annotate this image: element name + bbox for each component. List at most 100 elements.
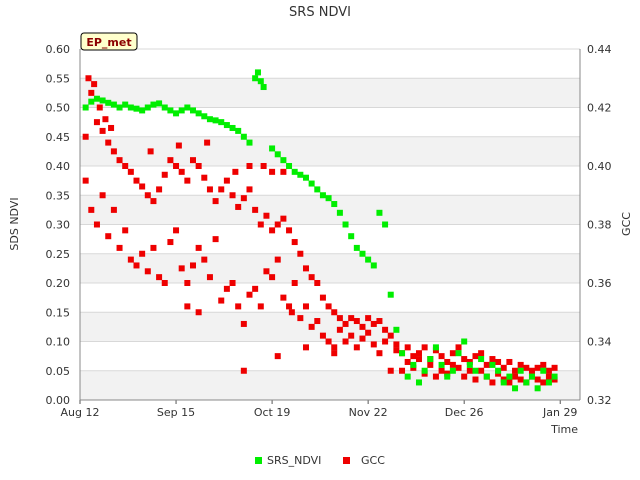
srs-ndvi-point xyxy=(110,101,117,108)
gcc-point xyxy=(472,353,479,360)
gcc-point xyxy=(517,376,524,383)
srs-ndvi-point xyxy=(472,367,479,374)
gcc-point xyxy=(331,350,338,357)
gcc-point xyxy=(218,186,225,193)
srs-ndvi-point xyxy=(438,361,445,368)
gcc-point xyxy=(359,323,366,330)
gcc-point xyxy=(455,344,462,351)
gcc-point xyxy=(235,203,242,210)
srs-ndvi-point xyxy=(150,101,157,108)
gcc-point xyxy=(370,341,377,348)
gcc-point xyxy=(223,177,230,184)
gcc-point xyxy=(116,244,123,251)
srs-ndvi-point xyxy=(353,244,360,251)
srs-ndvi-point xyxy=(201,113,208,120)
gcc-point xyxy=(336,315,343,322)
gcc-point xyxy=(319,294,326,301)
gcc-point xyxy=(127,168,134,175)
gcc-point xyxy=(308,323,315,330)
gcc-point xyxy=(545,367,552,374)
srs-ndvi-point xyxy=(410,361,417,368)
gcc-point xyxy=(88,206,95,213)
gcc-point xyxy=(528,367,535,374)
y-tick-label-right: 0.36 xyxy=(587,277,612,290)
srs-ndvi-point xyxy=(105,99,112,106)
srs-ndvi-point xyxy=(517,367,524,374)
y-tick-label-right: 0.42 xyxy=(587,102,612,115)
gcc-point xyxy=(184,303,191,310)
srs-ndvi-point xyxy=(495,367,502,374)
srs-ndvi-point xyxy=(415,379,422,386)
gcc-point xyxy=(348,332,355,339)
srs-ndvi-point xyxy=(551,373,558,380)
gcc-point xyxy=(206,274,213,281)
srs-ndvi-point xyxy=(133,105,140,112)
srs-ndvi-point xyxy=(455,350,462,357)
gcc-point xyxy=(161,171,168,178)
gcc-point xyxy=(139,250,146,257)
x-tick-label: Jan 29 xyxy=(542,406,577,419)
y-tick-label-right: 0.34 xyxy=(587,336,612,349)
gcc-point xyxy=(99,192,106,199)
gcc-point xyxy=(85,75,92,82)
gcc-point xyxy=(319,332,326,339)
srs-ndvi-point xyxy=(534,385,541,392)
srs-ndvi-point xyxy=(308,180,315,187)
y-tick-label-left: 0.30 xyxy=(46,219,71,232)
gcc-point xyxy=(432,373,439,380)
gcc-point xyxy=(218,297,225,304)
srs-ndvi-point xyxy=(466,361,473,368)
y-tick-label-left: 0.45 xyxy=(46,131,71,144)
srs-ndvi-point xyxy=(291,168,298,175)
gcc-point xyxy=(252,206,259,213)
gcc-point xyxy=(506,379,513,386)
srs-ndvi-point xyxy=(240,133,247,140)
srs-ndvi-point xyxy=(127,104,134,111)
gcc-point xyxy=(438,367,445,374)
y-tick-label-right: 0.44 xyxy=(587,43,612,56)
gcc-point xyxy=(534,376,541,383)
srs-ndvi-point xyxy=(257,78,264,85)
gcc-point xyxy=(280,215,287,222)
gcc-point xyxy=(252,285,259,292)
gcc-point xyxy=(353,344,360,351)
legend-label-gcc: GCC xyxy=(361,454,385,467)
gcc-point xyxy=(308,274,315,281)
gcc-point xyxy=(274,221,281,228)
srs-ndvi-point xyxy=(252,75,259,82)
srs-ndvi-point xyxy=(223,122,230,129)
srs-ndvi-point xyxy=(528,373,535,380)
srs-ndvi-point xyxy=(116,104,123,111)
gcc-point xyxy=(263,268,270,275)
gcc-point xyxy=(291,239,298,246)
y-tick-label-left: 0.10 xyxy=(46,336,71,349)
gcc-point xyxy=(302,303,309,310)
srs-ndvi-point xyxy=(359,250,366,257)
gcc-point xyxy=(229,192,236,199)
srs-ndvi-point xyxy=(461,338,468,345)
gcc-point xyxy=(212,236,219,243)
srs-ndvi-point xyxy=(173,110,180,117)
gcc-point xyxy=(444,358,451,365)
gcc-point xyxy=(82,177,89,184)
y-tick-label-right: 0.38 xyxy=(587,219,612,232)
gcc-point xyxy=(365,315,372,322)
srs-ndvi-point xyxy=(506,373,513,380)
gcc-point xyxy=(393,341,400,348)
gcc-point xyxy=(288,309,295,316)
gcc-point xyxy=(534,364,541,371)
gcc-point xyxy=(523,364,530,371)
gcc-point xyxy=(110,206,117,213)
gcc-point xyxy=(147,148,154,155)
gcc-point xyxy=(139,183,146,190)
srs-ndvi-point xyxy=(212,117,219,124)
gcc-point xyxy=(201,174,208,181)
gcc-point xyxy=(93,221,100,228)
gcc-point xyxy=(105,139,112,146)
gcc-point xyxy=(478,350,485,357)
srs-ndvi-point xyxy=(382,221,389,228)
gcc-point xyxy=(122,163,129,169)
gcc-point xyxy=(489,356,496,363)
x-tick-label: Aug 12 xyxy=(61,406,100,419)
gcc-point xyxy=(260,163,267,169)
